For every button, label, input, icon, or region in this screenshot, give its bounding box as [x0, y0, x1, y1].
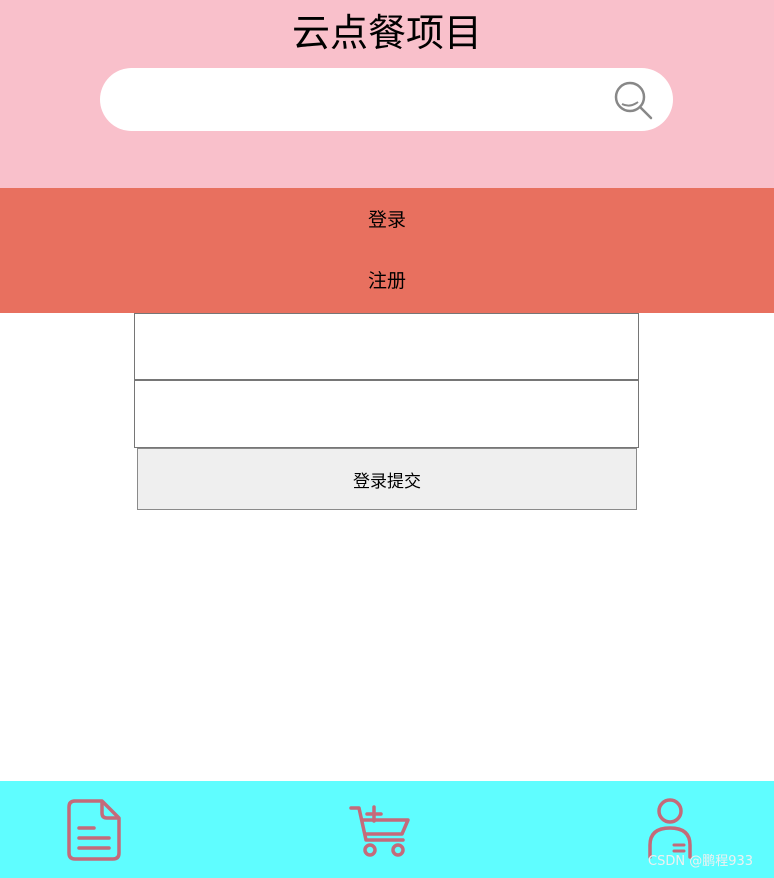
document-icon[interactable]: [66, 798, 122, 862]
watermark: CSDN @鹏程933: [648, 854, 754, 869]
search-input[interactable]: [124, 78, 608, 122]
header: 云点餐项目: [0, 0, 774, 188]
nav-menu: 登录 注册: [0, 188, 774, 313]
password-input[interactable]: [134, 380, 639, 448]
cart-icon[interactable]: [349, 804, 411, 858]
page-title: 云点餐项目: [291, 11, 482, 55]
page: 云点餐项目 登录 注册 登录提交 CSDN @鹏程933: [0, 0, 774, 878]
nav-item-login[interactable]: 登录: [0, 189, 774, 251]
search-icon[interactable]: [612, 80, 654, 122]
search-box[interactable]: [100, 68, 673, 131]
username-input[interactable]: [134, 313, 639, 380]
nav-item-register[interactable]: 注册: [0, 250, 774, 312]
login-submit-button[interactable]: 登录提交: [137, 448, 637, 510]
